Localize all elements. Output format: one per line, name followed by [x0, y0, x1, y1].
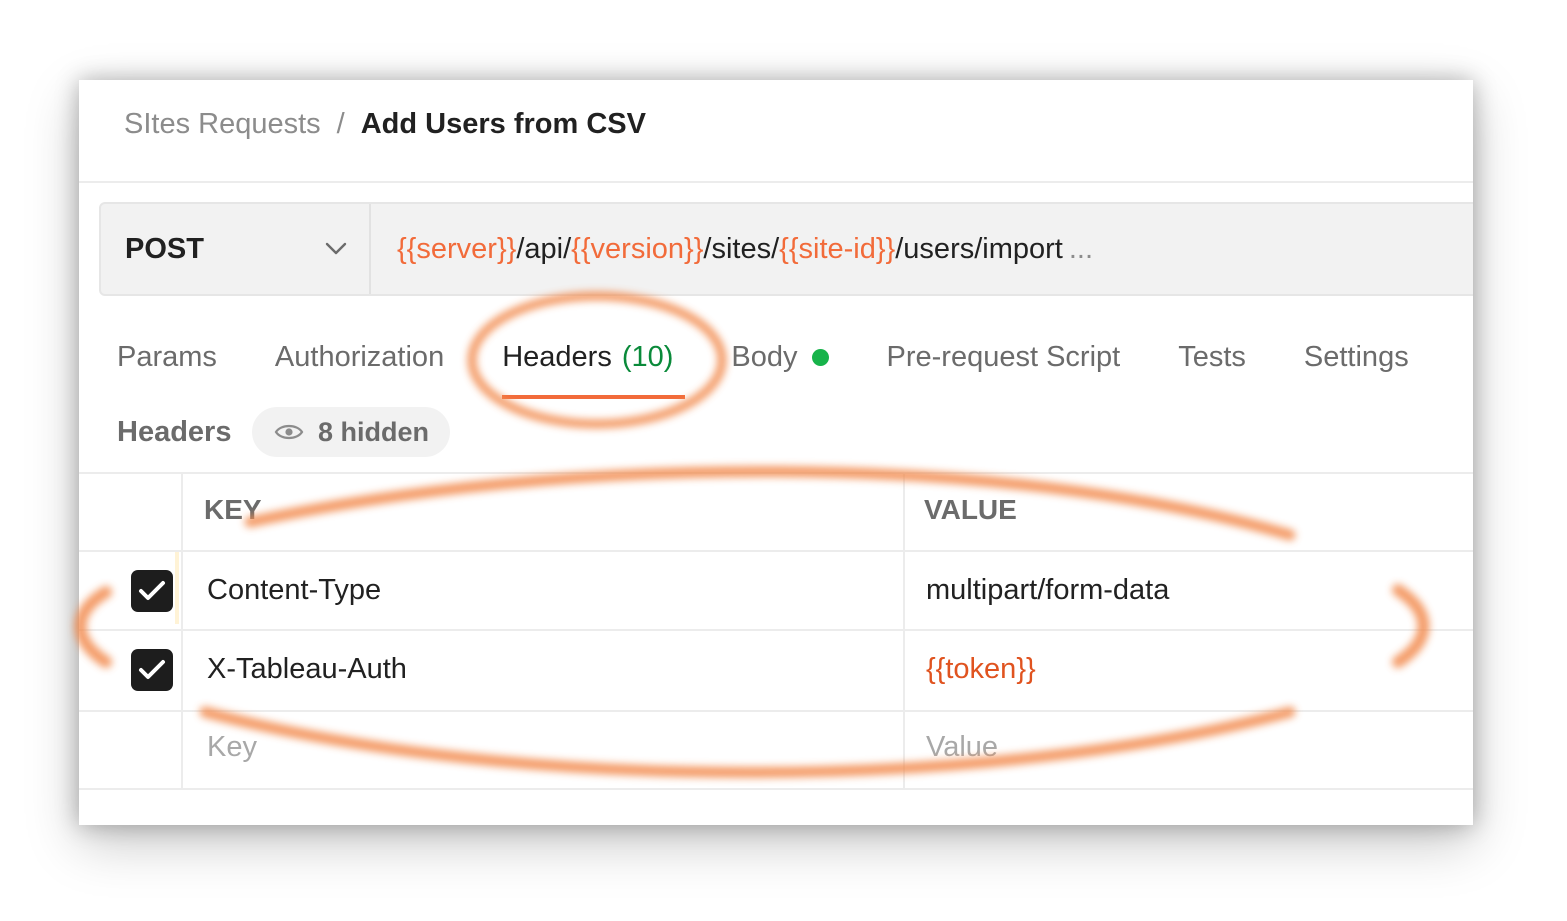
url-variable-server: {{server}} [397, 232, 517, 265]
tab-pre-request-script[interactable]: Pre-request Script [887, 341, 1121, 374]
url-bar: POST {{server}}/api/{{version}}/sites/{{… [99, 202, 1473, 296]
breadcrumb-collection-link[interactable]: SItes Requests [124, 108, 321, 141]
body-status-dot [811, 348, 829, 366]
table-row-divider [79, 629, 1473, 631]
breadcrumb: SItes Requests / Add Users from CSV [124, 104, 646, 144]
headers-section-label: Headers [117, 416, 232, 448]
table-column-divider [181, 474, 183, 790]
url-input[interactable]: {{server}}/api/{{version}}/sites/{{site-… [397, 204, 1093, 294]
tab-headers-label: Headers [502, 340, 612, 373]
url-segment: /sites/ [703, 232, 780, 265]
key-column-header: KEY [204, 494, 262, 525]
tab-headers[interactable]: Headers (10) [502, 340, 686, 399]
table-row-divider [79, 710, 1473, 712]
request-tabs: Params Authorization Headers (10) Body P… [117, 332, 1467, 399]
url-segment: /api/ [516, 232, 572, 265]
hidden-headers-toggle[interactable]: 8 hidden [252, 407, 450, 457]
tab-body-label: Body [731, 340, 798, 373]
row-highlight [175, 552, 179, 624]
eye-icon [274, 424, 304, 440]
header-value-cell[interactable]: {{token}} [926, 653, 1036, 686]
url-variable-version: {{version}} [571, 232, 704, 265]
breadcrumb-separator: / [336, 107, 345, 140]
new-value-input[interactable]: Value [926, 731, 998, 764]
header-enabled-checkbox[interactable] [131, 649, 173, 691]
request-title[interactable]: Add Users from CSV [361, 108, 646, 141]
check-icon [139, 660, 165, 679]
method-select[interactable]: POST [101, 204, 371, 294]
tab-params[interactable]: Params [117, 341, 217, 374]
table-top-border [79, 472, 1473, 474]
method-label: POST [125, 232, 204, 265]
table-column-divider [903, 474, 905, 790]
value-column-header: VALUE [924, 494, 1017, 525]
header-key-cell[interactable]: Content-Type [207, 574, 381, 607]
hidden-headers-count: 8 hidden [318, 416, 430, 447]
tab-headers-count: (10) [621, 340, 674, 373]
request-panel: SItes Requests / Add Users from CSV POST… [79, 80, 1473, 825]
table-bottom-border [79, 788, 1473, 790]
table-row-divider [79, 550, 1473, 552]
header-divider [79, 181, 1473, 183]
url-ellipsis: ... [1068, 232, 1094, 265]
active-tab-underline [502, 394, 686, 399]
tab-tests[interactable]: Tests [1178, 341, 1246, 374]
url-variable-site-id: {{site-id}} [779, 232, 896, 265]
header-value-cell[interactable]: multipart/form-data [926, 574, 1169, 607]
header-key-cell[interactable]: X-Tableau-Auth [207, 653, 407, 686]
header-enabled-checkbox[interactable] [131, 570, 173, 612]
tab-settings[interactable]: Settings [1304, 341, 1409, 374]
url-segment: /users/import [895, 232, 1063, 265]
new-key-input[interactable]: Key [207, 731, 257, 764]
tab-authorization[interactable]: Authorization [275, 341, 444, 374]
chevron-down-icon [325, 242, 347, 255]
check-icon [139, 581, 165, 600]
tab-body[interactable]: Body [731, 340, 829, 374]
